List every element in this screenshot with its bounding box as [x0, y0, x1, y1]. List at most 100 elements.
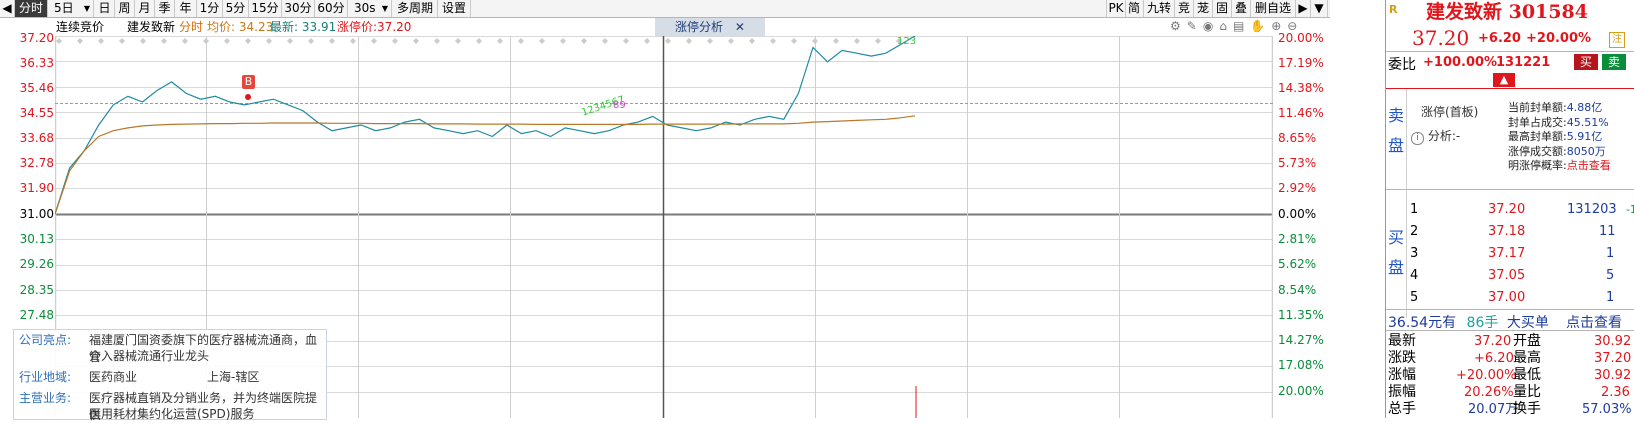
tab-limit-analysis[interactable]: 涨停分析 ✕	[655, 18, 765, 36]
limit-marker	[98, 38, 104, 44]
tab-5day[interactable]: 5日 ▼	[48, 0, 94, 17]
limit-stat-key: 封单占成交:	[1508, 115, 1567, 129]
y-tick-left: 27.48	[19, 308, 54, 322]
industry-text: 医药商业	[89, 370, 138, 384]
tab-60min[interactable]: 60分	[315, 0, 348, 17]
tab-month[interactable]: 月	[135, 0, 155, 17]
quote-key: 开盘	[1513, 333, 1541, 349]
tab-5min[interactable]: 5分	[223, 0, 249, 17]
limit-marker	[392, 38, 398, 44]
orderbook-volume: 131203	[1567, 202, 1617, 217]
sell-side-char: 卖	[1387, 106, 1404, 125]
orderbook-row[interactable]: 3 37.17 1	[1406, 243, 1634, 265]
limit-stat-row: 封单占成交:45.51%	[1508, 116, 1611, 131]
limit-marker	[497, 38, 503, 44]
buy-side-char: 盘	[1387, 258, 1404, 277]
sell-button[interactable]: 卖	[1602, 54, 1626, 70]
limit-marker	[266, 38, 272, 44]
sequence-label: 123	[897, 36, 917, 47]
tool-pk[interactable]: PK	[1106, 0, 1126, 17]
limit-marker	[812, 38, 818, 44]
orderbook-price: 37.05	[1488, 268, 1526, 283]
tool-overlay[interactable]: 叠	[1232, 0, 1251, 17]
tab-30min[interactable]: 30分	[282, 0, 315, 17]
gear-icon[interactable]: ⚙	[1170, 19, 1187, 33]
tab-multi-period[interactable]: 多周期	[393, 0, 438, 17]
limit-stat-row: 当前封单额:4.88亿	[1508, 101, 1611, 116]
y-tick-left: 33.68	[19, 131, 54, 145]
quote-key: 振幅	[1388, 384, 1416, 400]
orderbook-row[interactable]: 2 37.18 11	[1406, 221, 1634, 243]
quote-row: 涨幅 +20.00% 最低 30.92	[1386, 367, 1634, 384]
trash-icon[interactable]: ▤	[1233, 19, 1250, 33]
y-tick-left: 34.55	[19, 106, 54, 120]
eye-icon[interactable]: ◉	[1203, 19, 1219, 33]
tool-delete-watchlist[interactable]: 删自选	[1251, 0, 1296, 17]
register-badge: 注	[1609, 32, 1625, 48]
buy-signal-marker[interactable]: B	[242, 75, 255, 89]
big-order-row[interactable]: 36.54元有 86手 大买单	[1388, 312, 1549, 332]
buy-signal-dot	[245, 94, 251, 100]
limit-stat-row: 涨停成交额:8050万	[1508, 145, 1611, 160]
close-icon[interactable]: ✕	[735, 20, 745, 34]
tab-30s-label: 30s	[354, 1, 376, 15]
chart-mode-label: 分时	[179, 20, 204, 34]
orderbook-row[interactable]: 1 37.20 131203 -145	[1406, 199, 1634, 221]
tab-year[interactable]: 年	[175, 0, 197, 17]
sell-side-tab[interactable]: 卖盘	[1386, 106, 1406, 156]
orderbook-row[interactable]: 4 37.05 5	[1406, 265, 1634, 287]
tab-intraday[interactable]: 分时	[15, 0, 48, 17]
big-order-link[interactable]: 点击查看	[1566, 312, 1622, 332]
quote-key: 量比	[1513, 384, 1541, 400]
r-icon: R	[1389, 3, 1398, 16]
limit-marker	[581, 38, 587, 44]
tab-day[interactable]: 日	[95, 0, 115, 17]
quote-value: 57.03%	[1582, 402, 1632, 417]
chevron-down-icon[interactable]: ▼	[1311, 0, 1328, 17]
tab-season[interactable]: 季	[155, 0, 175, 17]
buy-button[interactable]: 买	[1574, 54, 1598, 70]
limit-marker	[203, 38, 209, 44]
quote-panel: R 建发致新 301584 37.20 +6.20 +20.00% 注 委比 +…	[1385, 0, 1634, 418]
analysis-text: 分析:-	[1427, 129, 1461, 143]
quote-key: 最低	[1513, 367, 1541, 383]
tool-simple[interactable]: 简	[1125, 0, 1144, 17]
price-change: +6.20	[1478, 31, 1521, 46]
limit-stat-value: 4.88亿	[1566, 101, 1603, 114]
chevron-up-icon[interactable]: ▲	[1493, 73, 1515, 87]
divider	[1386, 88, 1634, 89]
trading-phase: 连续竞价	[56, 20, 105, 34]
basket-icon[interactable]: ⌂	[1219, 19, 1233, 33]
chevron-down-icon: ▼	[83, 4, 90, 13]
hand-icon[interactable]: ✋	[1250, 19, 1271, 33]
tool-jiuzhuan[interactable]: 九转	[1144, 0, 1175, 17]
tool-bid[interactable]: 竞	[1175, 0, 1194, 17]
company-highlight-text: 介入器械流通行业龙头	[89, 349, 210, 363]
pen-icon[interactable]: ✎	[1187, 19, 1203, 33]
quote-value: 30.92	[1594, 334, 1632, 349]
limit-stats: 当前封单额:4.88亿 封单占成交:45.51% 最高封单额:5.91亿 涨停成…	[1508, 101, 1611, 174]
orderbook-price: 37.00	[1488, 290, 1526, 305]
tab-settings[interactable]: 设置	[438, 0, 471, 17]
limit-marker	[245, 38, 251, 44]
y-tick-right: 20.00%	[1278, 31, 1324, 45]
tab-week[interactable]: 周	[115, 0, 135, 17]
tab-15min[interactable]: 15分	[249, 0, 282, 17]
limit-probability-link[interactable]: 点击查看	[1567, 159, 1611, 172]
toolbar-right-arrow[interactable]: ▶	[1296, 0, 1311, 17]
limit-stat-key: 涨停成交额:	[1508, 144, 1567, 158]
orderbook-row[interactable]: 5 37.00 1	[1406, 287, 1634, 309]
limit-marker	[161, 38, 167, 44]
tab-30s[interactable]: 30s ▼	[348, 0, 392, 17]
y-tick-right: 17.19%	[1278, 56, 1324, 70]
y-tick-right: 14.38%	[1278, 81, 1324, 95]
quote-value: 2.36	[1601, 385, 1630, 400]
tab-1min[interactable]: 1分	[197, 0, 223, 17]
big-order-label: 大买单	[1506, 315, 1549, 331]
limit-marker	[371, 38, 377, 44]
tool-leek[interactable]: 茏	[1194, 0, 1213, 17]
buy-side-tab[interactable]: 买盘	[1386, 228, 1406, 278]
toolbar-left-arrow[interactable]: ◀	[0, 0, 15, 17]
quote-row: 振幅 20.26% 量比 2.36	[1386, 384, 1634, 401]
tool-fixed[interactable]: 固	[1213, 0, 1232, 17]
